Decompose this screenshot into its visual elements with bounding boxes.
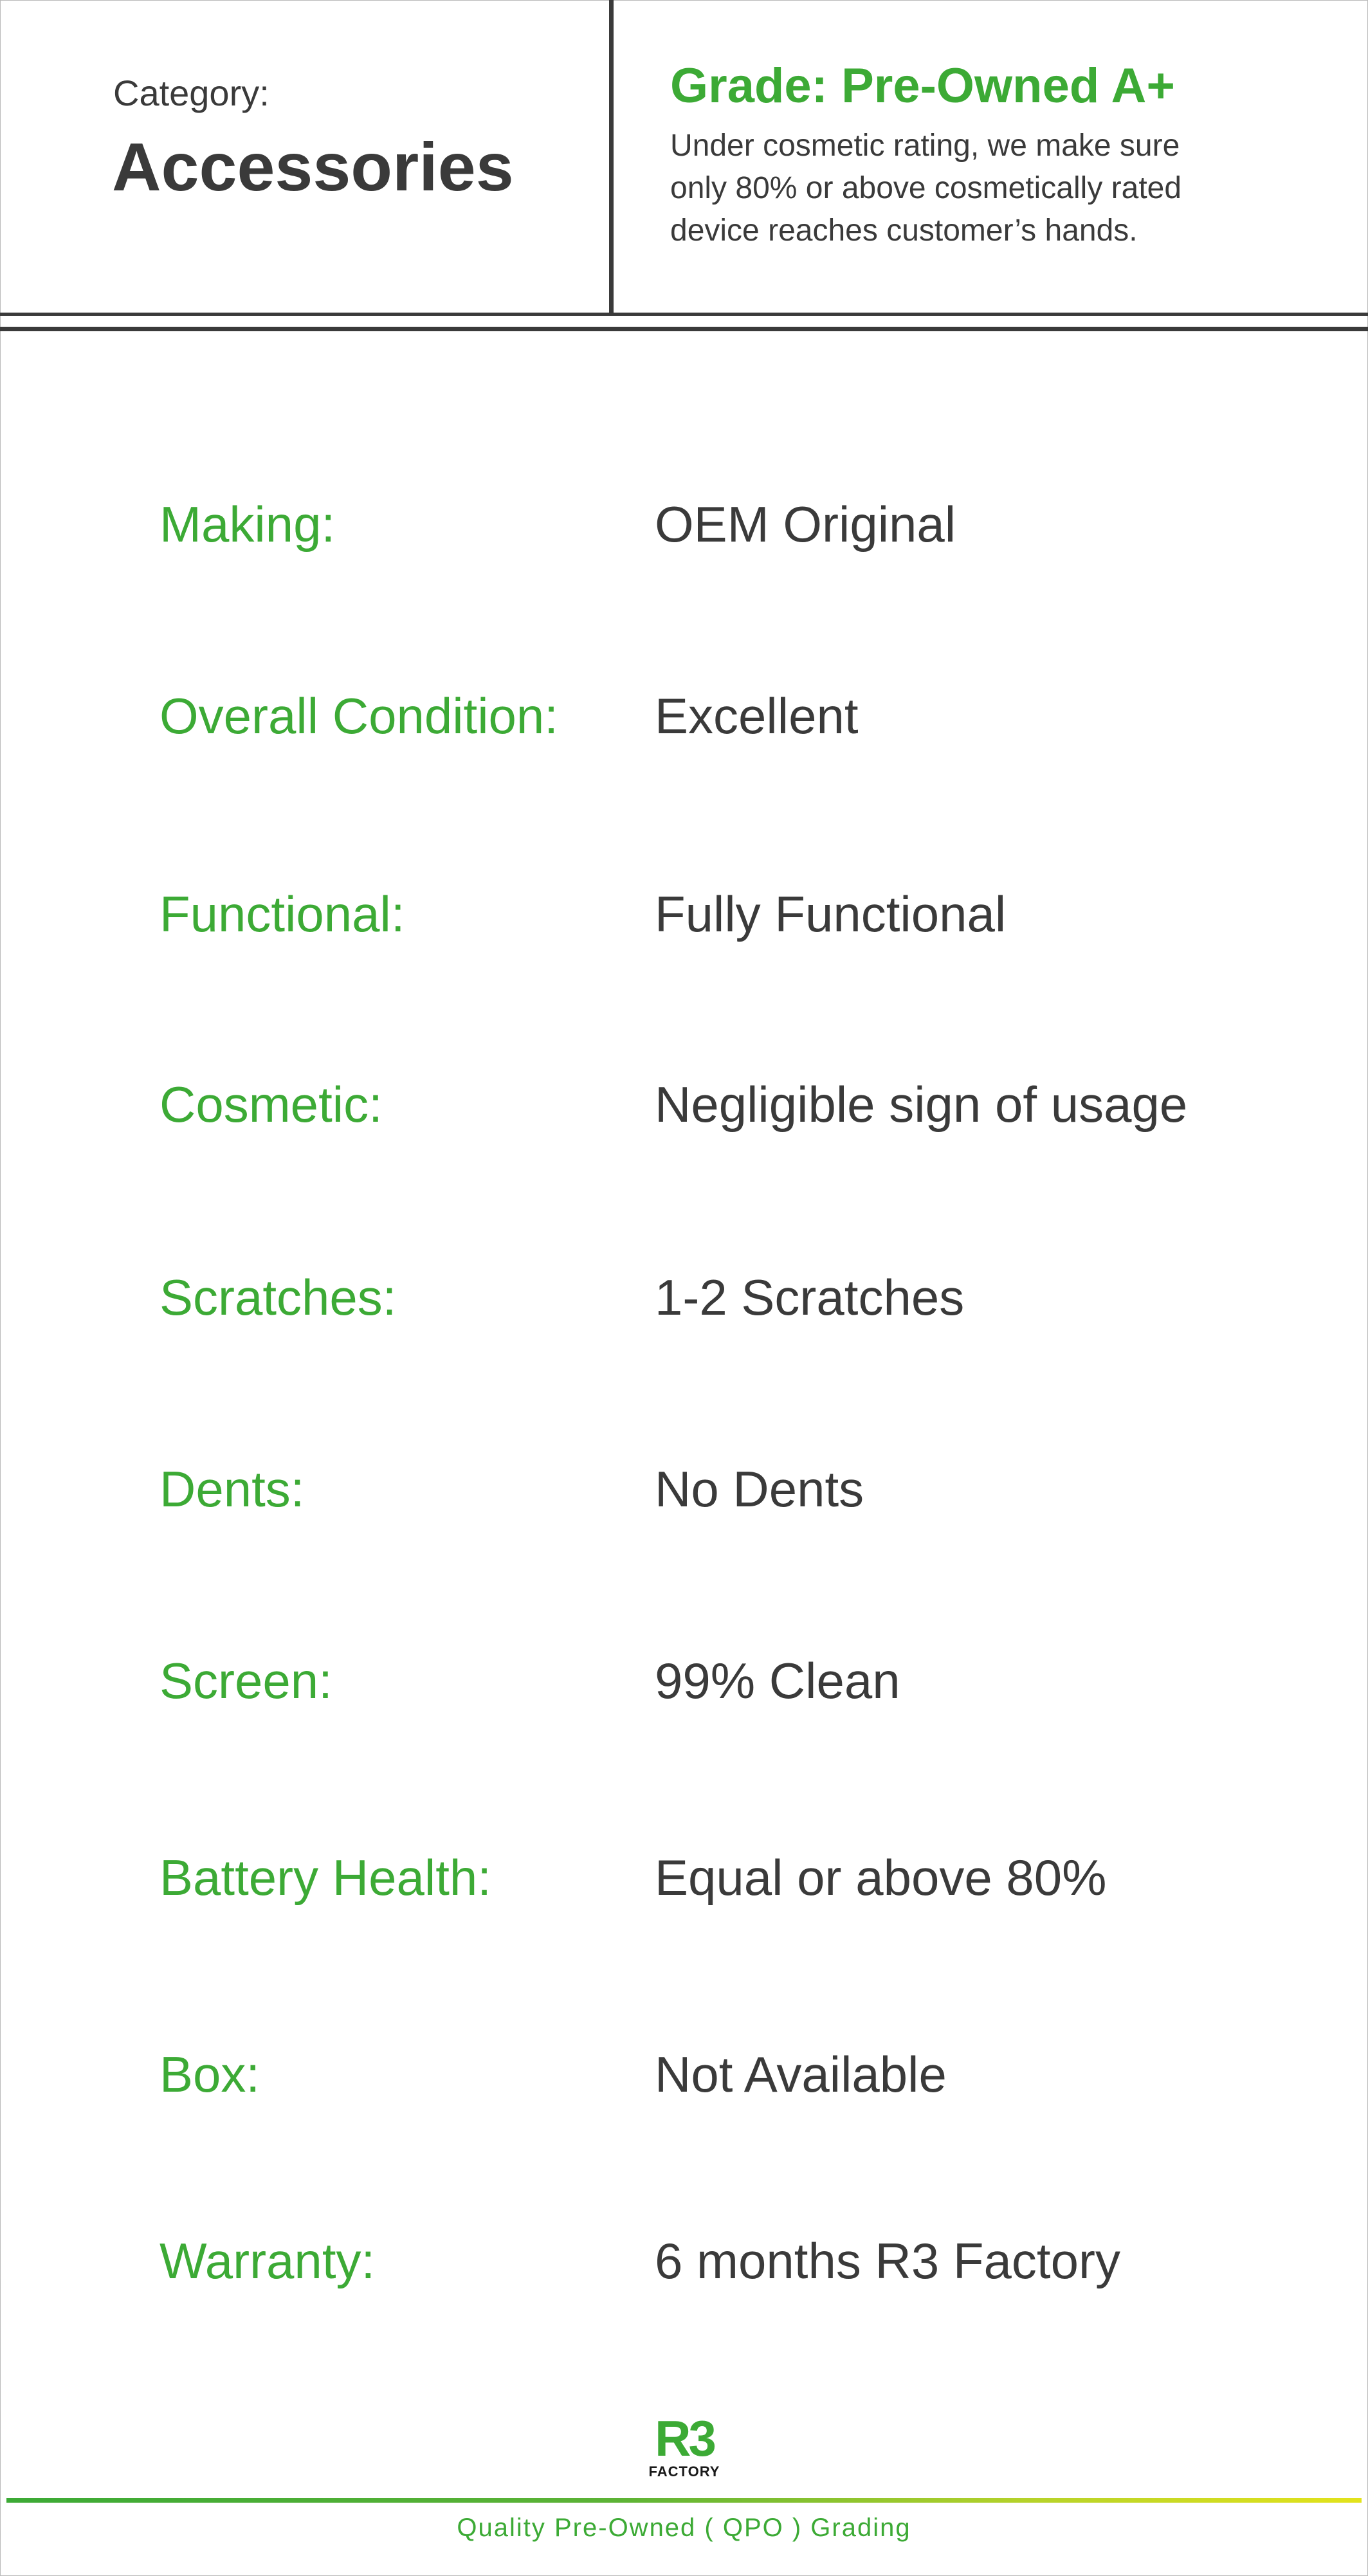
spec-label: Battery Health: — [160, 1849, 491, 1906]
category-label: Category: — [113, 73, 269, 113]
grade-description: Under cosmetic rating, we make sure only… — [670, 125, 1300, 252]
spec-row-scratches: Scratches: 1-2 Scratches — [0, 1268, 1368, 1346]
spec-label: Making: — [160, 496, 336, 553]
spec-row-cosmetic: Cosmetic: Negligible sign of usage — [0, 1075, 1368, 1153]
spec-row-making: Making: OEM Original — [0, 495, 1368, 572]
footer-tagline: Quality Pre-Owned ( QPO ) Grading — [457, 2514, 911, 2542]
spec-row-box: Box: Not Available — [0, 2045, 1368, 2123]
spec-value: 1-2 Scratches — [655, 1269, 965, 1326]
spec-value: Excellent — [655, 688, 859, 744]
spec-label: Scratches: — [160, 1269, 397, 1326]
category-value: Accessories — [112, 129, 514, 205]
spec-value: 99% Clean — [655, 1652, 900, 1709]
spec-row-overall-condition: Overall Condition: Excellent — [0, 687, 1368, 764]
spec-label: Warranty: — [160, 2233, 376, 2289]
grade-description-line: Under cosmetic rating, we make sure — [670, 129, 1180, 163]
header-rule-top — [0, 313, 1368, 316]
spec-row-dents: Dents: No Dents — [0, 1460, 1368, 1537]
spec-value: Not Available — [655, 2046, 947, 2103]
spec-label: Functional: — [160, 886, 405, 942]
spec-row-functional: Functional: Fully Functional — [0, 885, 1368, 962]
spec-value: Equal or above 80% — [655, 1849, 1107, 1906]
footer-gradient-line — [6, 2498, 1362, 2503]
header-vertical-divider — [609, 0, 614, 314]
spec-value: Negligible sign of usage — [655, 1076, 1188, 1133]
spec-row-screen: Screen: 99% Clean — [0, 1652, 1368, 1729]
logo-word: FACTORY — [648, 2463, 720, 2480]
spec-value: 6 months R3 Factory — [655, 2233, 1120, 2289]
spec-label: Box: — [160, 2046, 260, 2103]
spec-row-warranty: Warranty: 6 months R3 Factory — [0, 2232, 1368, 2309]
spec-label: Overall Condition: — [160, 688, 558, 744]
spec-row-battery-health: Battery Health: Equal or above 80% — [0, 1849, 1368, 1926]
spec-value: No Dents — [655, 1461, 864, 1517]
spec-label: Cosmetic: — [160, 1076, 383, 1133]
header-rule-bottom — [0, 327, 1368, 331]
spec-value: OEM Original — [655, 496, 956, 553]
grade-description-line: device reaches customer’s hands. — [670, 214, 1138, 248]
spec-label: Dents: — [160, 1461, 305, 1517]
logo-mark: R3 — [655, 2410, 716, 2467]
spec-value: Fully Functional — [655, 886, 1007, 942]
grade-description-line: only 80% or above cosmetically rated — [670, 171, 1182, 205]
spec-label: Screen: — [160, 1652, 333, 1709]
r3-factory-logo: R3 FACTORY — [643, 2413, 725, 2484]
grade-title: Grade: Pre-Owned A+ — [670, 59, 1175, 113]
